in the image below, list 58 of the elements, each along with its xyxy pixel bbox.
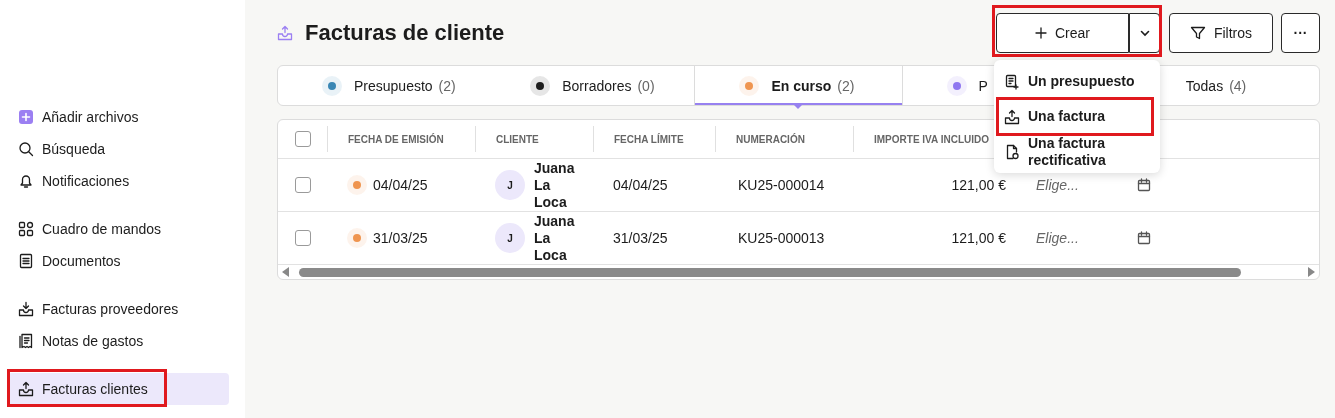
sidebar-item[interactable]: Añadir archivos xyxy=(8,101,229,133)
sidebar-item[interactable]: Documentos xyxy=(8,245,229,277)
document-icon xyxy=(18,253,34,269)
status-tab[interactable]: Todas (4) xyxy=(1185,66,1247,105)
select-field[interactable]: Elige... xyxy=(1036,177,1116,193)
document-refresh-icon xyxy=(1004,143,1020,160)
column-header: NUMERACIÓN xyxy=(715,126,853,152)
create-dropdown-button[interactable] xyxy=(1129,13,1160,53)
status-tab[interactable]: P xyxy=(946,66,988,105)
create-button[interactable]: Crear xyxy=(996,13,1129,53)
horizontal-scrollbar[interactable] xyxy=(278,264,1319,279)
menu-item[interactable]: Un presupuesto xyxy=(994,64,1160,99)
column-header: FECHA LÍMITE xyxy=(593,126,715,152)
plus-icon xyxy=(18,109,34,125)
table-cell: 31/03/25 xyxy=(613,230,668,246)
status-tab[interactable]: Presupuesto (2) xyxy=(322,66,456,105)
avatar: J xyxy=(495,170,525,200)
search-icon xyxy=(18,141,34,157)
download-icon xyxy=(18,301,34,317)
page-title: Facturas de cliente xyxy=(305,20,506,46)
status-tab[interactable]: En curso (2) xyxy=(694,66,903,105)
sidebar-item[interactable]: Cuadro de mandos xyxy=(8,213,229,245)
upload-icon xyxy=(18,381,34,397)
filter-button[interactable]: Filtros xyxy=(1169,13,1273,53)
table-cell-text: Juana La Loca xyxy=(534,212,576,264)
table-cell: KU25-000014 xyxy=(738,177,825,193)
plus-icon xyxy=(1035,27,1047,39)
column-header: CLIENTE xyxy=(475,126,593,152)
date-button[interactable] xyxy=(1137,178,1151,192)
table-cell: 31/03/25 xyxy=(373,230,428,246)
sidebar-item[interactable]: Notificaciones xyxy=(8,165,229,197)
date-button[interactable] xyxy=(1137,231,1151,245)
table-cell: 121,00 € xyxy=(951,230,1006,246)
calendar-icon xyxy=(1137,231,1151,245)
table-cell: 04/04/25 xyxy=(373,177,428,193)
table-cell-text: Juana La Loca xyxy=(534,159,576,211)
calendar-icon xyxy=(1137,178,1151,192)
column-header: FECHA DE EMISIÓN xyxy=(327,126,475,152)
select-all-checkbox[interactable] xyxy=(295,131,311,147)
upload-icon xyxy=(277,25,293,41)
avatar: J xyxy=(495,223,525,253)
select-field[interactable]: Elige... xyxy=(1036,230,1116,246)
row-checkbox[interactable] xyxy=(295,230,311,246)
sidebar-item[interactable]: Facturas proveedores xyxy=(8,293,229,325)
document-plus-icon xyxy=(1004,73,1020,90)
sidebar-item[interactable]: Búsqueda xyxy=(8,133,229,165)
table-cell: KU25-000013 xyxy=(738,230,825,246)
bell-icon xyxy=(18,173,34,189)
receipt-icon xyxy=(18,333,34,349)
grid-icon xyxy=(18,221,34,237)
more-button[interactable]: ··· xyxy=(1281,13,1320,53)
sidebar-item[interactable]: Notas de gastos xyxy=(8,325,229,357)
upload-icon xyxy=(1004,108,1020,125)
status-tab[interactable]: Borradores (0) xyxy=(530,66,655,105)
table-cell: 121,00 € xyxy=(951,177,1006,193)
table-cell: 04/04/25 xyxy=(613,177,668,193)
row-checkbox[interactable] xyxy=(295,177,311,193)
filter-icon xyxy=(1189,25,1206,41)
